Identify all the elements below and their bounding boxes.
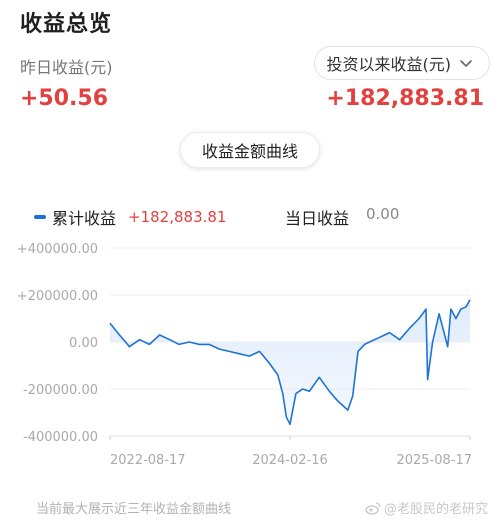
weibo-icon — [365, 501, 381, 515]
y-tick-label: 0.00 — [69, 336, 98, 351]
x-tick-label: 2022-08-17 — [110, 453, 186, 468]
series-swatch — [34, 215, 46, 219]
chevron-down-icon — [460, 60, 472, 67]
chart-legend: 累计收益 +182,883.81 — [34, 205, 226, 229]
legend-series-name: 累计收益 — [52, 209, 117, 228]
earnings-curve-button[interactable]: 收益金额曲线 — [180, 132, 320, 168]
y-tick-label: +400000.00 — [17, 242, 98, 257]
y-tick-label: -400000.00 — [23, 430, 98, 445]
x-tick-label: 2025-08-17 — [396, 453, 472, 468]
legend-today-value: 0.00 — [366, 205, 400, 223]
earnings-chart[interactable]: +400000.00 +200000.00 0.00 -200000.00 -40000… — [0, 236, 500, 472]
legend-series-value: +182,883.81 — [128, 208, 227, 226]
watermark: @老股民的老研究 — [365, 498, 488, 517]
yesterday-earnings-label: 昨日收益(元) — [20, 58, 113, 77]
watermark-text: @老股民的老研究 — [383, 502, 488, 517]
total-earnings-value: +182,883.81 — [326, 86, 484, 111]
legend-today-label: 当日收益 — [285, 209, 350, 228]
y-tick-label: -200000.00 — [23, 383, 98, 398]
series-area — [110, 299, 470, 425]
y-tick-label: +200000.00 — [17, 289, 98, 304]
yesterday-earnings-value: +50.56 — [20, 86, 109, 111]
page-title: 收益总览 — [20, 12, 113, 37]
total-earnings-dropdown[interactable]: 投资以来收益(元) — [313, 46, 490, 80]
total-earnings-label: 投资以来收益(元) — [326, 55, 452, 74]
chart-footnote: 当前最大展示近三年收益金额曲线 — [36, 502, 232, 517]
x-tick-label: 2024-02-16 — [252, 453, 328, 468]
